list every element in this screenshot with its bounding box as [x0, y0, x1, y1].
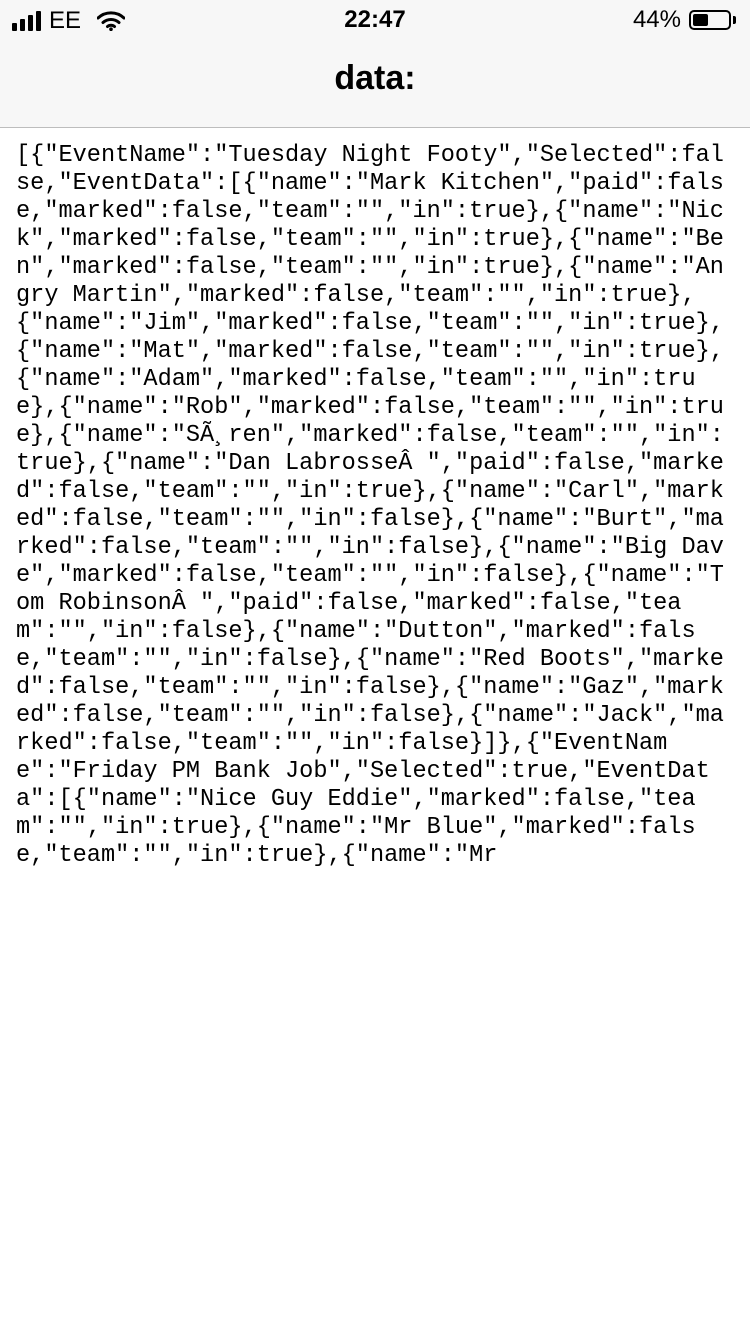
json-data-text: [{"EventName":"Tuesday Night Footy","Sel…	[16, 142, 724, 869]
page-title: data:	[334, 59, 416, 97]
battery-terminal	[733, 16, 736, 24]
status-bar: EE 22:47 44%	[0, 0, 750, 40]
battery-level-fill	[693, 14, 708, 26]
battery-percentage: 44%	[632, 6, 681, 33]
battery-icon	[689, 10, 731, 30]
top-bar: EE 22:47 44% data:	[0, 0, 750, 128]
status-right: 44%	[633, 6, 736, 34]
